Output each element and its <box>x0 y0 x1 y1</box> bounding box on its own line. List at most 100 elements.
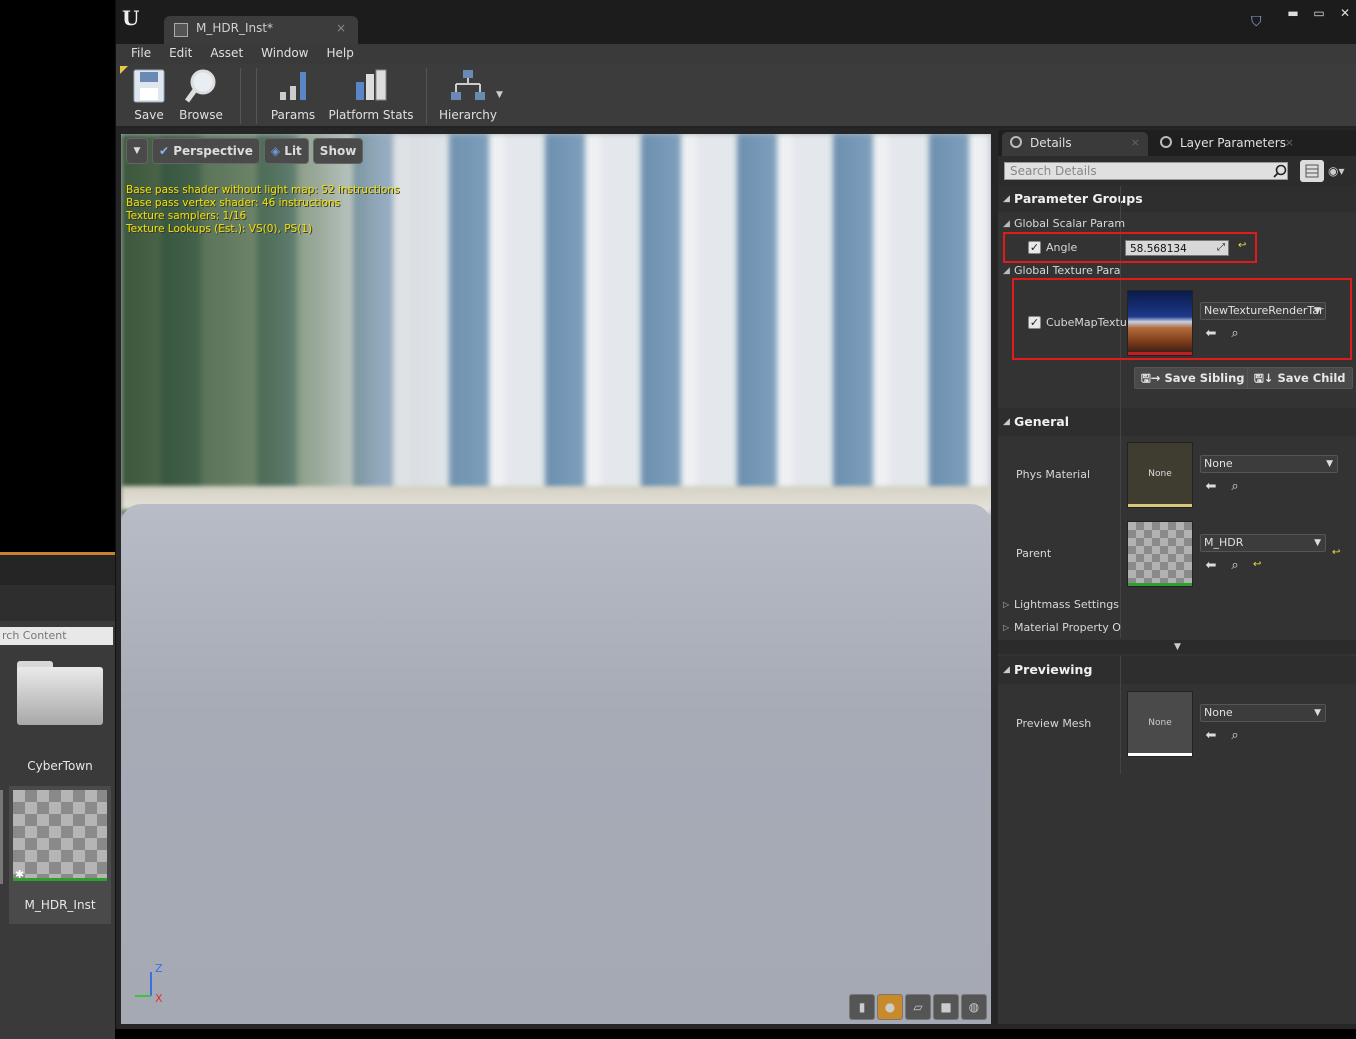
preview-mesh-dropdown[interactable]: None ▼ <box>1200 704 1326 722</box>
tab-layer-parameters[interactable]: Layer Parameters × <box>1152 132 1302 156</box>
tab-close-icon[interactable]: × <box>1285 132 1294 154</box>
preview-viewport[interactable]: ▼ ✔ Perspective ◈ Lit Show Base pass sha… <box>121 134 991 1024</box>
hierarchy-button[interactable]: Hierarchy <box>438 68 498 122</box>
collapse-triangle-icon: ◢ <box>1003 266 1010 276</box>
mesh-preview-icon[interactable]: ◍ <box>961 994 987 1020</box>
partial-asset-tile[interactable] <box>0 790 3 884</box>
browse-asset-magnifier-icon[interactable]: ⌕ <box>1228 729 1242 743</box>
platform-stats-label: Platform Stats <box>328 108 414 122</box>
advanced-expander-icon[interactable]: ▼ <box>998 640 1356 654</box>
details-panel: Details × Layer Parameters × Search Deta… <box>998 130 1356 1024</box>
toolbar-separator <box>426 68 427 124</box>
use-selected-arrow-icon[interactable]: ⬅ <box>1204 480 1218 494</box>
parent-thumbnail[interactable] <box>1127 521 1193 587</box>
layer-params-magnifier-icon <box>1160 136 1172 148</box>
parent-value: M_HDR <box>1204 536 1244 549</box>
angle-highlight-box <box>1003 232 1257 263</box>
perspective-button[interactable]: ✔ Perspective <box>152 138 260 164</box>
viewport-ground <box>121 504 991 1024</box>
phys-material-value: None <box>1204 457 1233 470</box>
menu-window[interactable]: Window <box>252 44 317 64</box>
search-icon[interactable] <box>1273 164 1287 178</box>
hierarchy-dropdown-arrow-icon[interactable]: ▼ <box>496 90 503 100</box>
plane-preview-icon[interactable]: ▱ <box>905 994 931 1020</box>
menu-help[interactable]: Help <box>317 44 362 64</box>
graduation-cap-icon[interactable]: ⛉ <box>1251 14 1267 30</box>
tab-details[interactable]: Details × <box>1002 132 1148 156</box>
use-selected-arrow-icon[interactable]: ⬅ <box>1204 559 1218 573</box>
general-header[interactable]: ◢ General <box>998 408 1356 436</box>
save-sibling-icon: 🖫→ <box>1141 371 1165 385</box>
show-button[interactable]: Show <box>312 138 364 164</box>
close-button[interactable]: ✕ <box>1333 4 1356 22</box>
save-child-button[interactable]: 🖫↓ Save Child <box>1247 367 1353 389</box>
parent-dropdown[interactable]: M_HDR ▼ <box>1200 534 1326 552</box>
content-browser-toolbar <box>0 555 115 585</box>
minimize-button[interactable]: ▬ <box>1281 4 1305 22</box>
expand-triangle-icon: ▷ <box>1003 623 1010 632</box>
parent-label: Parent <box>1016 547 1052 560</box>
save-icon <box>132 68 166 104</box>
chevron-down-icon: ▼ <box>1314 538 1321 548</box>
axis-x-label: X <box>155 992 163 1005</box>
chevron-down-icon: ▼ <box>1326 459 1333 469</box>
preview-mesh-value: None <box>1204 706 1233 719</box>
cube-preview-icon[interactable]: ■ <box>933 994 959 1020</box>
menu-asset[interactable]: Asset <box>201 44 252 64</box>
previewing-label: Previewing <box>1014 662 1093 677</box>
preview-mesh-thumbnail[interactable]: None <box>1127 691 1193 757</box>
parent-reset-icon[interactable]: ↩ <box>1332 547 1340 558</box>
parameter-groups-header[interactable]: ◢ Parameter Groups <box>998 186 1356 212</box>
folder-label: CyberTown <box>27 759 93 773</box>
material-property-overrides-row[interactable]: ▷ Material Property O <box>998 617 1356 639</box>
chevron-down-icon: ▼ <box>1314 708 1321 718</box>
toolbar-separator <box>256 68 257 124</box>
background-content-browser: rch Content CyberTown ✱ M_HDR_Inst <box>0 0 115 1039</box>
platform-stats-button[interactable]: Platform Stats <box>328 68 414 122</box>
tab-close-icon[interactable]: × <box>1131 132 1140 154</box>
cylinder-preview-icon[interactable]: ▮ <box>849 994 875 1020</box>
viewport-options-button[interactable]: ▼ <box>126 138 148 164</box>
asset-label: M_HDR_Inst <box>24 898 96 912</box>
phys-material-thumbnail[interactable]: None <box>1127 442 1193 508</box>
tab-close-icon[interactable]: × <box>336 21 346 35</box>
asset-tile-m-hdr-inst[interactable]: ✱ M_HDR_Inst <box>9 786 111 924</box>
browse-button[interactable]: Browse <box>178 68 224 122</box>
content-search-input[interactable]: rch Content <box>0 627 113 645</box>
axis-gizmo: Z X <box>129 962 169 1005</box>
browse-asset-magnifier-icon[interactable]: ⌕ <box>1228 480 1242 494</box>
property-matrix-button[interactable] <box>1300 160 1324 182</box>
use-selected-arrow-icon[interactable]: ⬅ <box>1204 729 1218 743</box>
eye-icon[interactable]: ◉▾ <box>1328 164 1350 178</box>
save-sibling-button[interactable]: 🖫→ Save Sibling <box>1134 367 1252 389</box>
asset-thumbnail <box>13 790 107 880</box>
hierarchy-label: Hierarchy <box>438 108 497 122</box>
menu-file[interactable]: File <box>122 44 160 64</box>
sphere-preview-icon[interactable]: ● <box>877 994 903 1020</box>
browse-asset-magnifier-icon[interactable]: ⌕ <box>1228 559 1242 573</box>
phys-material-label: Phys Material <box>1016 468 1091 481</box>
global-texture-label: Global Texture Para <box>1014 264 1121 277</box>
perspective-label: Perspective <box>173 144 253 158</box>
lightmass-settings-row[interactable]: ▷ Lightmass Settings <box>998 594 1356 616</box>
perspective-icon: ✔ <box>159 144 174 158</box>
previewing-header[interactable]: ◢ Previewing <box>998 656 1356 684</box>
reset-to-default-icon[interactable]: ↩ <box>1253 559 1261 570</box>
asset-type-bar <box>1128 583 1192 586</box>
save-button[interactable]: Save <box>130 68 168 122</box>
document-tab[interactable]: M_HDR_Inst* × <box>164 16 358 44</box>
details-magnifier-icon <box>1010 136 1022 148</box>
details-search-input[interactable]: Search Details <box>1004 162 1288 180</box>
maximize-button[interactable]: ▭ <box>1307 4 1331 22</box>
window-controls: ▬ ▭ ✕ <box>1281 4 1356 24</box>
column-separator <box>1120 656 1121 774</box>
platform-stats-icon <box>354 68 388 104</box>
show-label: Show <box>319 144 357 158</box>
params-button[interactable]: Params <box>268 68 318 122</box>
save-label: Save <box>134 108 164 122</box>
menu-edit[interactable]: Edit <box>160 44 201 64</box>
lit-button[interactable]: ◈ Lit <box>263 138 309 164</box>
folder-tile-cybertown[interactable]: CyberTown <box>9 655 111 780</box>
phys-material-dropdown[interactable]: None ▼ <box>1200 455 1338 473</box>
save-sibling-label: Save Sibling <box>1164 371 1245 385</box>
